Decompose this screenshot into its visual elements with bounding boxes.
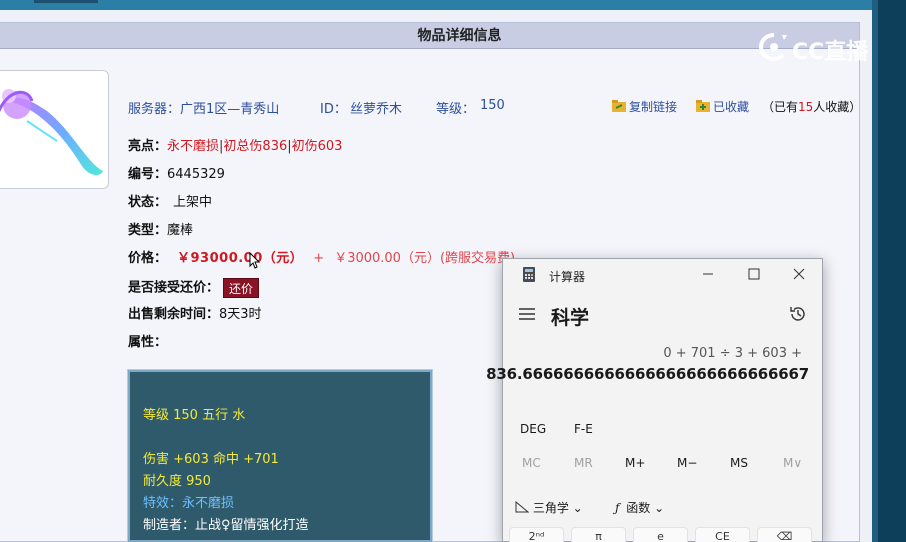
folder-link-icon [612,100,626,112]
server-value: 广西1区—青秀山 [180,102,280,117]
memory-recall-button[interactable]: MR [574,456,593,470]
function-label: 函数 [626,501,651,515]
id-label: ID： [320,102,347,117]
highlight-row: 亮点：永不磨损|初总伤836|初伤603 [128,137,342,157]
chevron-down-icon: ⌄ [572,501,583,515]
magic-wand-image [0,89,103,176]
second-function-key[interactable]: 2ⁿᵈ [509,527,564,542]
fav-prefix: （已有 [762,100,799,114]
status-row: 状态： 上架中 [128,193,212,213]
attributes-row: 属性： [128,333,167,353]
counter-offer-row: 是否接受还价： 还价 [128,278,260,298]
right-frame-border [872,0,878,542]
calculator-mode-title: 科学 [551,307,590,329]
level-label: 等级： [436,102,476,117]
pi-key[interactable]: π [571,527,626,542]
favorited-button[interactable]: 已收藏 [696,98,749,115]
attributes-label: 属性： [128,335,168,350]
type-value: 魔棒 [167,223,194,238]
memory-store-button[interactable]: MS [730,456,748,470]
attr-special-line: 特效：永不磨损 [143,496,235,511]
counter-offer-button[interactable]: 还价 [223,278,260,298]
attributes-box: 等级 150 五行 水 伤害 +603 命中 +701 耐久度 950 特效：永… [127,369,433,542]
deg-button[interactable]: DEG [520,422,546,436]
top-bar [0,0,872,10]
trigonometry-label: 三角学 [532,501,569,515]
type-row: 类型：魔棒 [128,221,193,241]
function-dropdown[interactable]: ƒ 函数 ⌄ [615,499,664,516]
mouse-cursor-icon [249,252,261,269]
close-icon[interactable] [790,265,808,283]
server-label: 服务器： [128,102,181,117]
status-value: 上架中 [173,195,213,210]
attr-level-line: 等级 150 五行 水 [143,408,246,423]
favorite-count-text: （已有15人收藏） [762,98,861,115]
remaining-time-label: 出售剩余时间： [128,307,220,322]
memory-clear-button[interactable]: MC [522,456,541,470]
triangle-ruler-icon [515,500,530,513]
price-main: ￥93000.00（元） [177,251,304,266]
number-label: 编号： [128,167,168,182]
number-value: 6445329 [167,167,225,182]
clear-entry-key[interactable]: CE [695,527,750,542]
highlight-label: 亮点： [128,139,168,154]
e-key[interactable]: e [633,527,688,542]
folder-add-icon [696,100,710,112]
highlight-1: 永不磨损 [167,139,220,154]
calculator-app-icon [523,267,535,282]
highlight-2: 初总伤836 [223,139,288,154]
attr-damage-line: 伤害 +603 命中 +701 [143,452,279,467]
counter-offer-label: 是否接受还价： [128,280,220,296]
price-extra: ￥3000.00（元）(跨服交易费) [334,251,516,266]
price-row: 价格： ￥93000.00（元） + ￥3000.00（元）(跨服交易费) [128,249,515,269]
backspace-key[interactable]: ⌫ [757,527,812,542]
remaining-time-row: 出售剩余时间：8天3时 [128,305,262,325]
memory-list-button[interactable]: M∨ [783,456,802,470]
highlight-3: 初伤603 [291,139,343,154]
memory-subtract-button[interactable]: M− [677,456,697,470]
fav-count: 15 [798,100,814,114]
copy-link-label: 复制链接 [629,100,678,114]
calculator-window-title: 计算器 [549,270,586,284]
favorited-label: 已收藏 [713,100,750,114]
trigonometry-dropdown[interactable]: 三角学 ⌄ [515,499,583,516]
calculator-window: 计算器 科学 0 + 701 ÷ 3 + 603 + 836.666666666… [486,258,823,542]
number-row: 编号：6445329 [128,165,225,185]
calculator-result: 836.6666666666666666666666666667 [486,365,809,383]
chevron-down-icon: ⌄ [654,501,665,515]
remaining-time-value: 8天3时 [219,307,262,322]
copy-link-button[interactable]: 复制链接 [612,98,677,115]
memory-add-button[interactable]: M+ [625,456,645,470]
top-tab[interactable] [34,0,98,3]
item-image [0,70,109,189]
hamburger-menu-icon[interactable] [519,308,535,320]
minimize-icon[interactable] [699,265,717,283]
panel-title: 物品详细信息 [0,23,859,49]
attr-durability-line: 耐久度 950 [143,474,211,489]
maximize-icon[interactable] [745,265,763,283]
level-value: 150 [480,98,505,113]
function-f-icon: ƒ [615,501,620,515]
history-icon[interactable] [789,305,807,323]
cc-live-watermark: CC直播 [758,30,878,65]
price-label: 价格： [128,251,168,266]
attr-maker-line: 制造者：止战♀留情强化打造 [143,518,309,533]
watermark-text: CC直播 [792,40,869,65]
id-value: 丝萝乔木 [350,102,403,117]
fe-button[interactable]: F-E [574,422,593,436]
cc-logo-icon [758,33,787,62]
calculator-expression: 0 + 701 ÷ 3 + 603 + [663,346,802,361]
status-label: 状态： [128,195,168,210]
price-plus: + [313,251,325,266]
type-label: 类型： [128,223,168,238]
fav-suffix: 人收藏） [813,100,862,114]
